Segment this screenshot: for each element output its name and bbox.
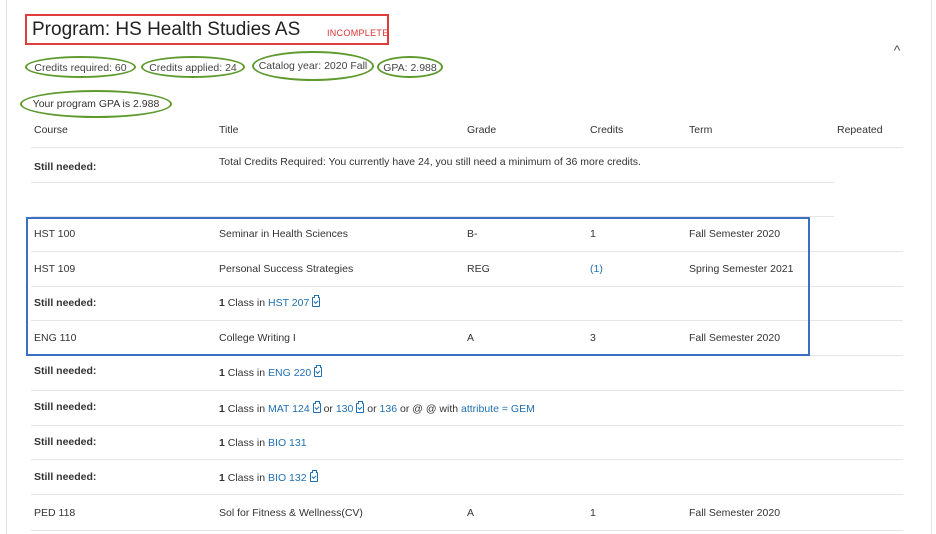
row-course: PED 118 bbox=[34, 507, 76, 519]
col-grade[interactable]: Grade bbox=[467, 124, 496, 136]
credits-applied: Credits applied: 24 bbox=[141, 56, 245, 78]
table-row: HST 100 Seminar in Health Sciences B- 1 … bbox=[31, 217, 903, 252]
course-link-hst-207[interactable]: HST 207 bbox=[268, 297, 309, 309]
row-grade: A bbox=[467, 332, 475, 344]
row-course: HST 109 bbox=[34, 263, 76, 275]
course-link-eng-220[interactable]: ENG 220 bbox=[268, 367, 311, 379]
row-requirement: 1 Class in BIO 131 bbox=[219, 425, 307, 459]
row-credits: 1 bbox=[590, 228, 596, 240]
gpa: GPA: 2.988 bbox=[377, 56, 443, 78]
row-course: Still needed: bbox=[34, 365, 97, 377]
class-in-text: Class in bbox=[224, 403, 269, 415]
class-in-text: Class in bbox=[224, 472, 269, 484]
table-row: Still needed: 1 Class in BIO 131 bbox=[31, 425, 903, 460]
row-grade: REG bbox=[467, 263, 490, 275]
table-row: Still needed: 1 Class in MAT 124 or 130 … bbox=[31, 391, 903, 426]
row-course: Still needed: bbox=[34, 436, 97, 448]
table-row: Still needed: 1 Class in BIO 132 bbox=[31, 460, 903, 495]
class-in-text: Class in bbox=[224, 297, 269, 309]
clipboard-check-icon[interactable] bbox=[309, 470, 318, 482]
row-course: HST 100 bbox=[34, 228, 76, 240]
row-course: Still needed: bbox=[34, 161, 97, 173]
row-title: College Writing I bbox=[219, 332, 296, 344]
row-requirement: 1 Class in MAT 124 or 130 or 136 or @ @ … bbox=[219, 391, 535, 425]
clipboard-check-icon[interactable] bbox=[314, 365, 323, 377]
row-title: Personal Success Strategies bbox=[219, 263, 354, 275]
row-course: Still needed: bbox=[34, 401, 97, 413]
row-course: Still needed: bbox=[34, 471, 97, 483]
catalog-year: Catalog year: 2020 Fall bbox=[252, 51, 374, 81]
row-requirement: 1 Class in HST 207 bbox=[219, 286, 321, 320]
header-divider bbox=[31, 147, 903, 148]
course-link-130[interactable]: 130 bbox=[336, 403, 354, 415]
col-course[interactable]: Course bbox=[34, 124, 68, 136]
row-term: Fall Semester 2020 bbox=[689, 228, 781, 240]
row-grade: A bbox=[467, 507, 475, 519]
class-in-text: Class in bbox=[224, 367, 269, 379]
row-term: Fall Semester 2020 bbox=[689, 507, 781, 519]
col-title[interactable]: Title bbox=[219, 124, 238, 136]
or-text: or bbox=[364, 403, 380, 415]
clipboard-check-icon[interactable] bbox=[312, 295, 321, 307]
col-term[interactable]: Term bbox=[689, 124, 712, 136]
or-text: or bbox=[320, 403, 336, 415]
clipboard-check-icon[interactable] bbox=[356, 401, 365, 413]
credits-required: Credits required: 60 bbox=[25, 56, 136, 78]
table-row: Still needed: 1 Class in HST 207 bbox=[31, 286, 903, 321]
class-in-text: Class in bbox=[224, 437, 269, 449]
course-link-mat-124[interactable]: MAT 124 bbox=[268, 403, 310, 415]
course-link-bio-131[interactable]: BIO 131 bbox=[268, 437, 307, 449]
row-term: Spring Semester 2021 bbox=[689, 263, 794, 275]
program-gpa-note: Your program GPA is 2.988 bbox=[20, 90, 172, 118]
row-title: Sol for Fitness & Wellness(CV) bbox=[219, 507, 363, 519]
row-credits: 1 bbox=[590, 507, 596, 519]
divider bbox=[31, 182, 834, 183]
row-requirement: 1 Class in ENG 220 bbox=[219, 356, 323, 390]
row-course: ENG 110 bbox=[34, 332, 77, 344]
col-repeated[interactable]: Repeated bbox=[837, 124, 883, 136]
with-text: or @ @ with bbox=[397, 403, 461, 415]
course-link-136[interactable]: 136 bbox=[380, 403, 398, 415]
col-credits[interactable]: Credits bbox=[590, 124, 623, 136]
status-badge: INCOMPLETE bbox=[327, 28, 389, 38]
table-row: PED 118 Sol for Fitness & Wellness(CV) A… bbox=[31, 496, 903, 531]
clipboard-check-icon[interactable] bbox=[312, 401, 321, 413]
row-credits-link[interactable]: (1) bbox=[590, 252, 603, 286]
row-title: Seminar in Health Sciences bbox=[219, 228, 348, 240]
row-requirement-text: Total Credits Required: You currently ha… bbox=[219, 156, 641, 168]
course-link-bio-132[interactable]: BIO 132 bbox=[268, 472, 307, 484]
table-row: Still needed: Total Credits Required: Yo… bbox=[31, 150, 903, 184]
table-row: ENG 110 College Writing I A 3 Fall Semes… bbox=[31, 321, 903, 356]
table-row: Still needed: 1 Class in ENG 220 bbox=[31, 356, 903, 391]
row-course: Still needed: bbox=[34, 297, 97, 309]
row-term: Fall Semester 2020 bbox=[689, 332, 781, 344]
attribute-link-gem[interactable]: attribute = GEM bbox=[461, 403, 535, 415]
program-title: Program: HS Health Studies AS bbox=[32, 19, 301, 40]
chevron-up-icon[interactable]: ^ bbox=[888, 42, 906, 58]
table-row: HST 109 Personal Success Strategies REG … bbox=[31, 252, 903, 287]
row-requirement: 1 Class in BIO 132 bbox=[219, 460, 318, 494]
row-credits: 3 bbox=[590, 332, 596, 344]
row-grade: B- bbox=[467, 228, 478, 240]
